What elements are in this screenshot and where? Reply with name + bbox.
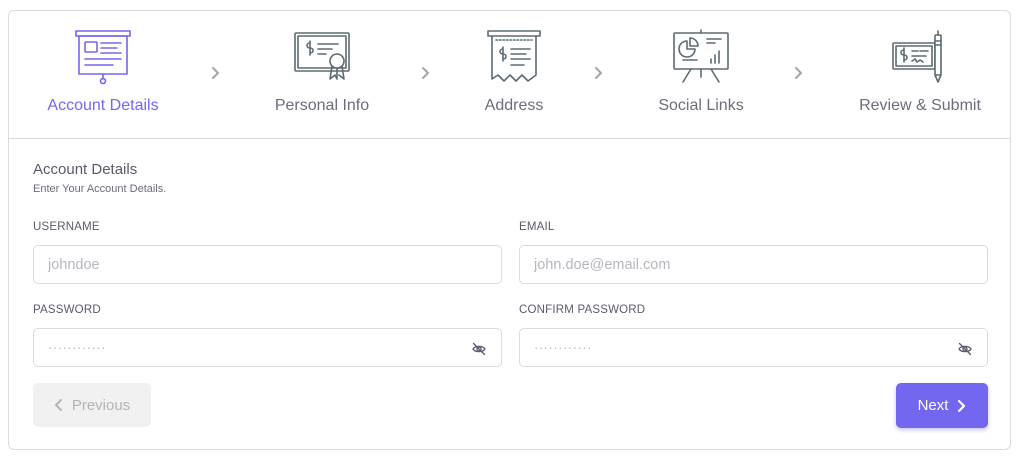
- step-personal-info[interactable]: Personal Info: [237, 29, 407, 115]
- receipt-icon: [487, 30, 541, 82]
- step-social-links[interactable]: Social Links: [616, 29, 786, 115]
- step-label: Address: [484, 97, 544, 114]
- certificate-icon: [294, 32, 350, 80]
- next-button[interactable]: Next: [896, 383, 988, 428]
- username-input[interactable]: [34, 246, 501, 283]
- chevron-right-icon: [795, 67, 802, 79]
- password-input[interactable]: [34, 329, 501, 366]
- step-review-submit[interactable]: Review & Submit: [835, 29, 1005, 115]
- chevron-left-icon: [54, 399, 62, 411]
- previous-button[interactable]: Previous: [33, 383, 151, 427]
- confirm-password-field: [519, 328, 988, 367]
- username-label: USERNAME: [33, 221, 100, 233]
- step-label: Review & Submit: [859, 97, 981, 114]
- email-input[interactable]: [520, 246, 987, 283]
- step-account-details[interactable]: Account Details: [18, 29, 188, 115]
- step-label: Personal Info: [274, 97, 370, 114]
- confirm-password-label: CONFIRM PASSWORD: [519, 304, 646, 316]
- wizard-stepper: Account Details Personal Info Address So…: [9, 11, 1010, 139]
- step-address[interactable]: Address: [429, 29, 599, 115]
- presentation-board-icon: [75, 30, 131, 85]
- chevron-right-icon: [958, 399, 966, 412]
- wizard-card: Account Details Personal Info Address So…: [8, 10, 1011, 450]
- step-label: Account Details: [47, 97, 159, 114]
- password-field: [33, 328, 502, 367]
- section-subtitle: Enter Your Account Details.: [33, 183, 167, 195]
- email-field: [519, 245, 988, 284]
- eye-off-icon[interactable]: [471, 341, 487, 357]
- chevron-right-icon: [212, 67, 219, 79]
- next-button-label: Next: [917, 397, 949, 414]
- eye-off-icon[interactable]: [957, 341, 973, 357]
- chart-presentation-icon: [673, 29, 729, 83]
- section-title: Account Details: [33, 161, 138, 178]
- previous-button-label: Previous: [71, 396, 131, 414]
- step-label: Social Links: [658, 97, 744, 114]
- chevron-right-icon: [595, 67, 602, 79]
- username-field: [33, 245, 502, 284]
- password-label: PASSWORD: [33, 304, 101, 316]
- check-pen-icon: [892, 30, 942, 83]
- email-label: EMAIL: [519, 221, 555, 233]
- confirm-password-input[interactable]: [520, 329, 987, 366]
